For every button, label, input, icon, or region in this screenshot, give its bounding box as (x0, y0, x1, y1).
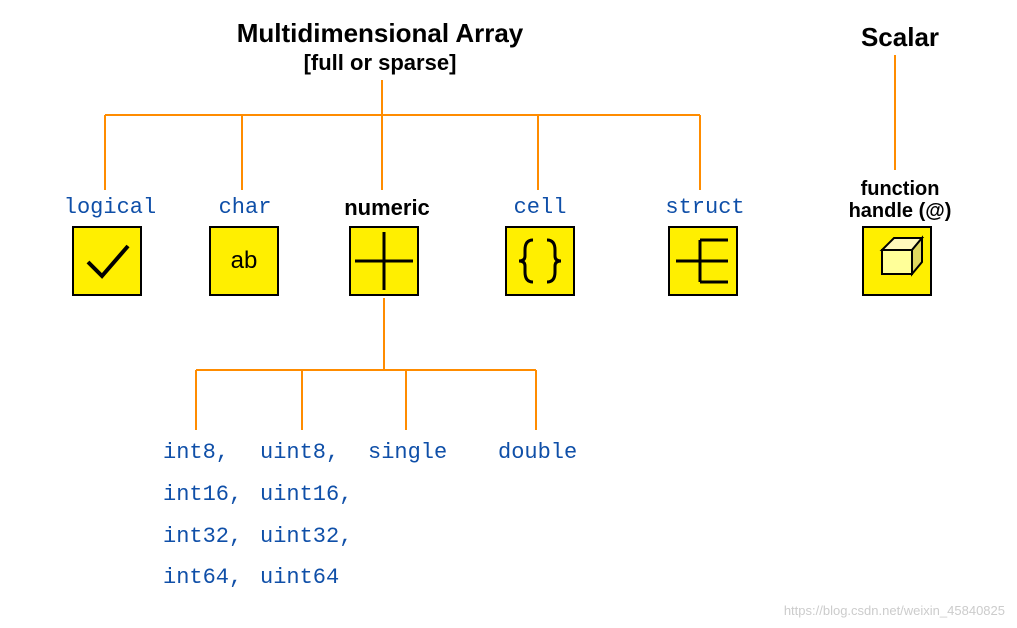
numeric-double: double (498, 432, 577, 474)
connector-numeric-children (0, 0, 1017, 460)
numeric-single: single (368, 432, 447, 474)
numeric-uint-col: uint8, uint16, uint32, uint64 (260, 432, 352, 599)
watermark: https://blog.csdn.net/weixin_45840825 (784, 603, 1005, 618)
numeric-int-col: int8, int16, int32, int64, (163, 432, 242, 599)
